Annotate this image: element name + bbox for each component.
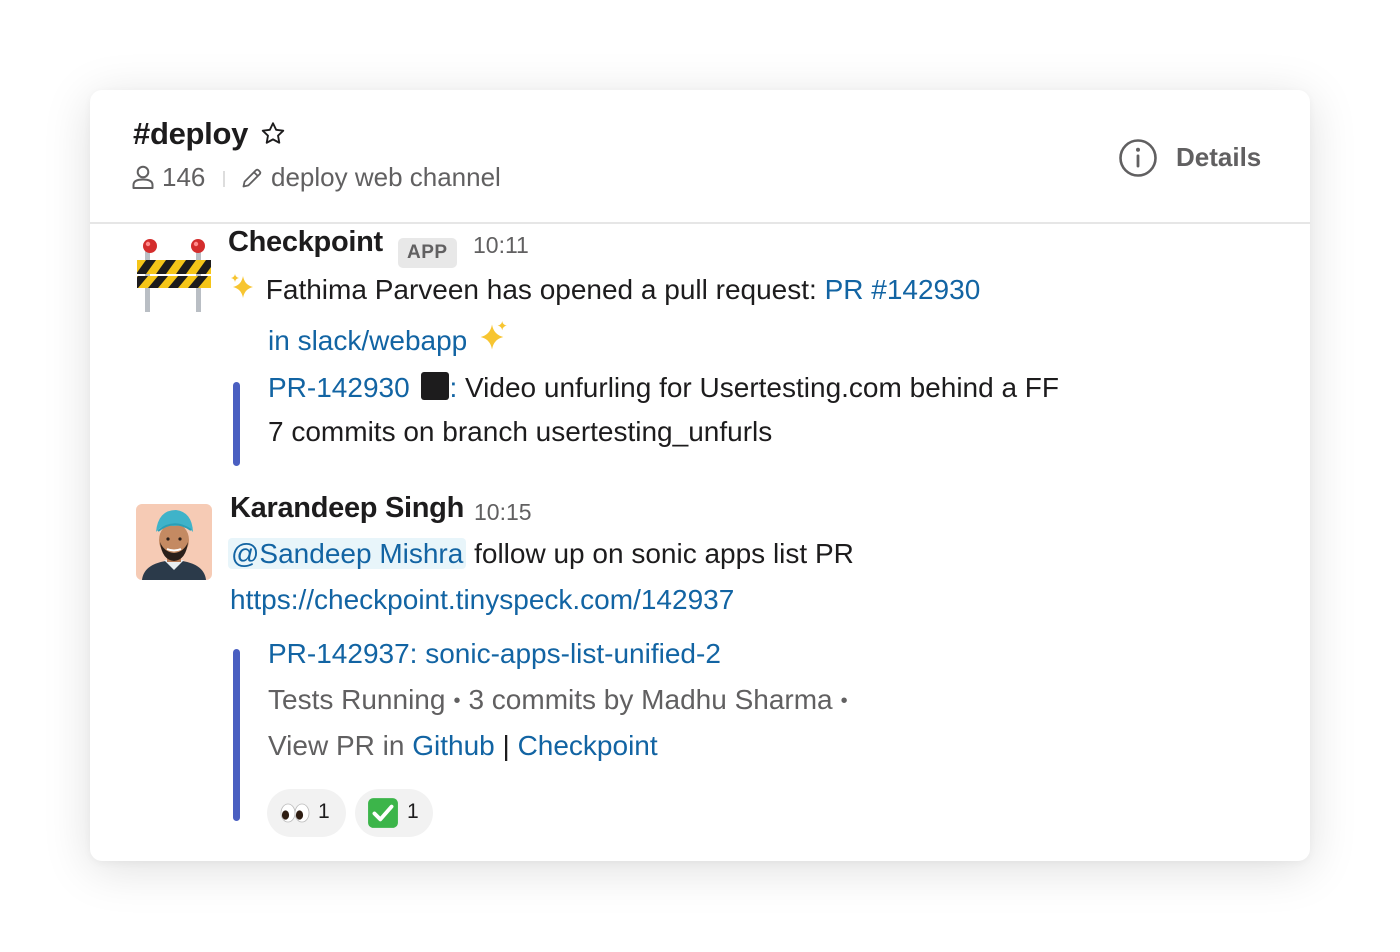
repo-link[interactable]: in slack/webapp [268, 325, 467, 356]
attachment-bar [233, 382, 240, 466]
member-count[interactable]: 146 [162, 162, 205, 193]
reaction-count: 1 [407, 800, 419, 823]
channel-panel: #deploy 146 deploy web channel Details C… [90, 90, 1310, 861]
channel-header: #deploy 146 deploy web channel Details [90, 90, 1310, 224]
pr-separator: : [449, 372, 458, 403]
pipe-separator: | [502, 730, 510, 761]
attachment-title: PR-142930 : Video unfurling for Usertest… [268, 372, 1059, 404]
attachment-status-line: Tests Running • 3 commits by Madhu Sharma • [268, 684, 856, 716]
sender-name[interactable]: Checkpoint [228, 226, 383, 259]
black-square-icon [421, 372, 450, 400]
reaction-check[interactable]: 1 [355, 789, 433, 837]
user-mention[interactable]: @Sandeep Mishra [228, 538, 467, 569]
dot-separator: • [840, 690, 848, 713]
reaction-eyes[interactable]: 1 [267, 789, 346, 837]
message-body: follow up on sonic apps list PR [474, 538, 854, 569]
details-label: Details [1176, 142, 1262, 172]
url-line: https://checkpoint.tinyspeck.com/142937 [230, 584, 734, 616]
reaction-count: 1 [318, 800, 330, 823]
view-pr-text: View PR in [268, 730, 405, 761]
channel-name[interactable]: #deploy [133, 116, 248, 152]
pencil-icon [242, 168, 262, 188]
message-text: @Sandeep Mishra follow up on sonic apps … [228, 538, 854, 570]
app-badge: APP [398, 238, 457, 268]
commit-author[interactable]: Madhu Sharma [641, 684, 832, 715]
sender-name[interactable]: Karandeep Singh [230, 492, 464, 525]
dot-separator: • [453, 690, 461, 713]
attachment-view-line: View PR in Github | Checkpoint [268, 730, 658, 762]
message-karandeep: Karandeep Singh 10:15 @Sandeep Mishra fo… [90, 492, 1310, 844]
message-timestamp[interactable]: 10:11 [473, 232, 529, 259]
eyes-icon [280, 803, 310, 823]
message-checkpoint: Checkpoint APP 10:11 Fathima Parveen has… [90, 226, 1310, 476]
member-icon [132, 165, 154, 189]
star-icon[interactable] [259, 120, 287, 148]
test-status: Tests Running [268, 684, 446, 715]
sparkles-icon [231, 274, 253, 298]
info-icon [1119, 139, 1157, 177]
attachment-bar [233, 649, 240, 821]
sparkles-icon [480, 321, 507, 350]
pr-title-link[interactable]: PR-142937: sonic-apps-list-unified-2 [268, 638, 721, 669]
pr-link[interactable]: PR #142930 [825, 274, 981, 305]
pr-title: Video unfurling for Usertesting.com behi… [465, 372, 1060, 403]
attachment-subtitle: 7 commits on branch usertesting_unfurls [268, 416, 773, 447]
meta-divider [223, 171, 225, 187]
user-avatar[interactable] [136, 504, 212, 580]
checkpoint-url-link[interactable]: https://checkpoint.tinyspeck.com/142937 [230, 584, 734, 615]
github-link[interactable]: Github [412, 730, 495, 761]
message-text: Fathima Parveen has opened a pull reques… [228, 272, 980, 306]
channel-topic[interactable]: deploy web channel [271, 162, 501, 193]
details-button[interactable]: Details [1118, 136, 1268, 180]
commits-text: 3 commits by [468, 684, 634, 715]
attachment-title: PR-142937: sonic-apps-list-unified-2 [268, 638, 721, 670]
message-timestamp[interactable]: 10:15 [474, 499, 532, 526]
checkpoint-link[interactable]: Checkpoint [518, 730, 658, 761]
construction-barrier-icon[interactable] [136, 236, 212, 312]
repo-line: in slack/webapp [268, 320, 509, 357]
pr-id-link[interactable]: PR-142930 [268, 372, 410, 403]
check-mark-icon [368, 798, 398, 828]
pr-opened-text: Fathima Parveen has opened a pull reques… [265, 274, 817, 305]
